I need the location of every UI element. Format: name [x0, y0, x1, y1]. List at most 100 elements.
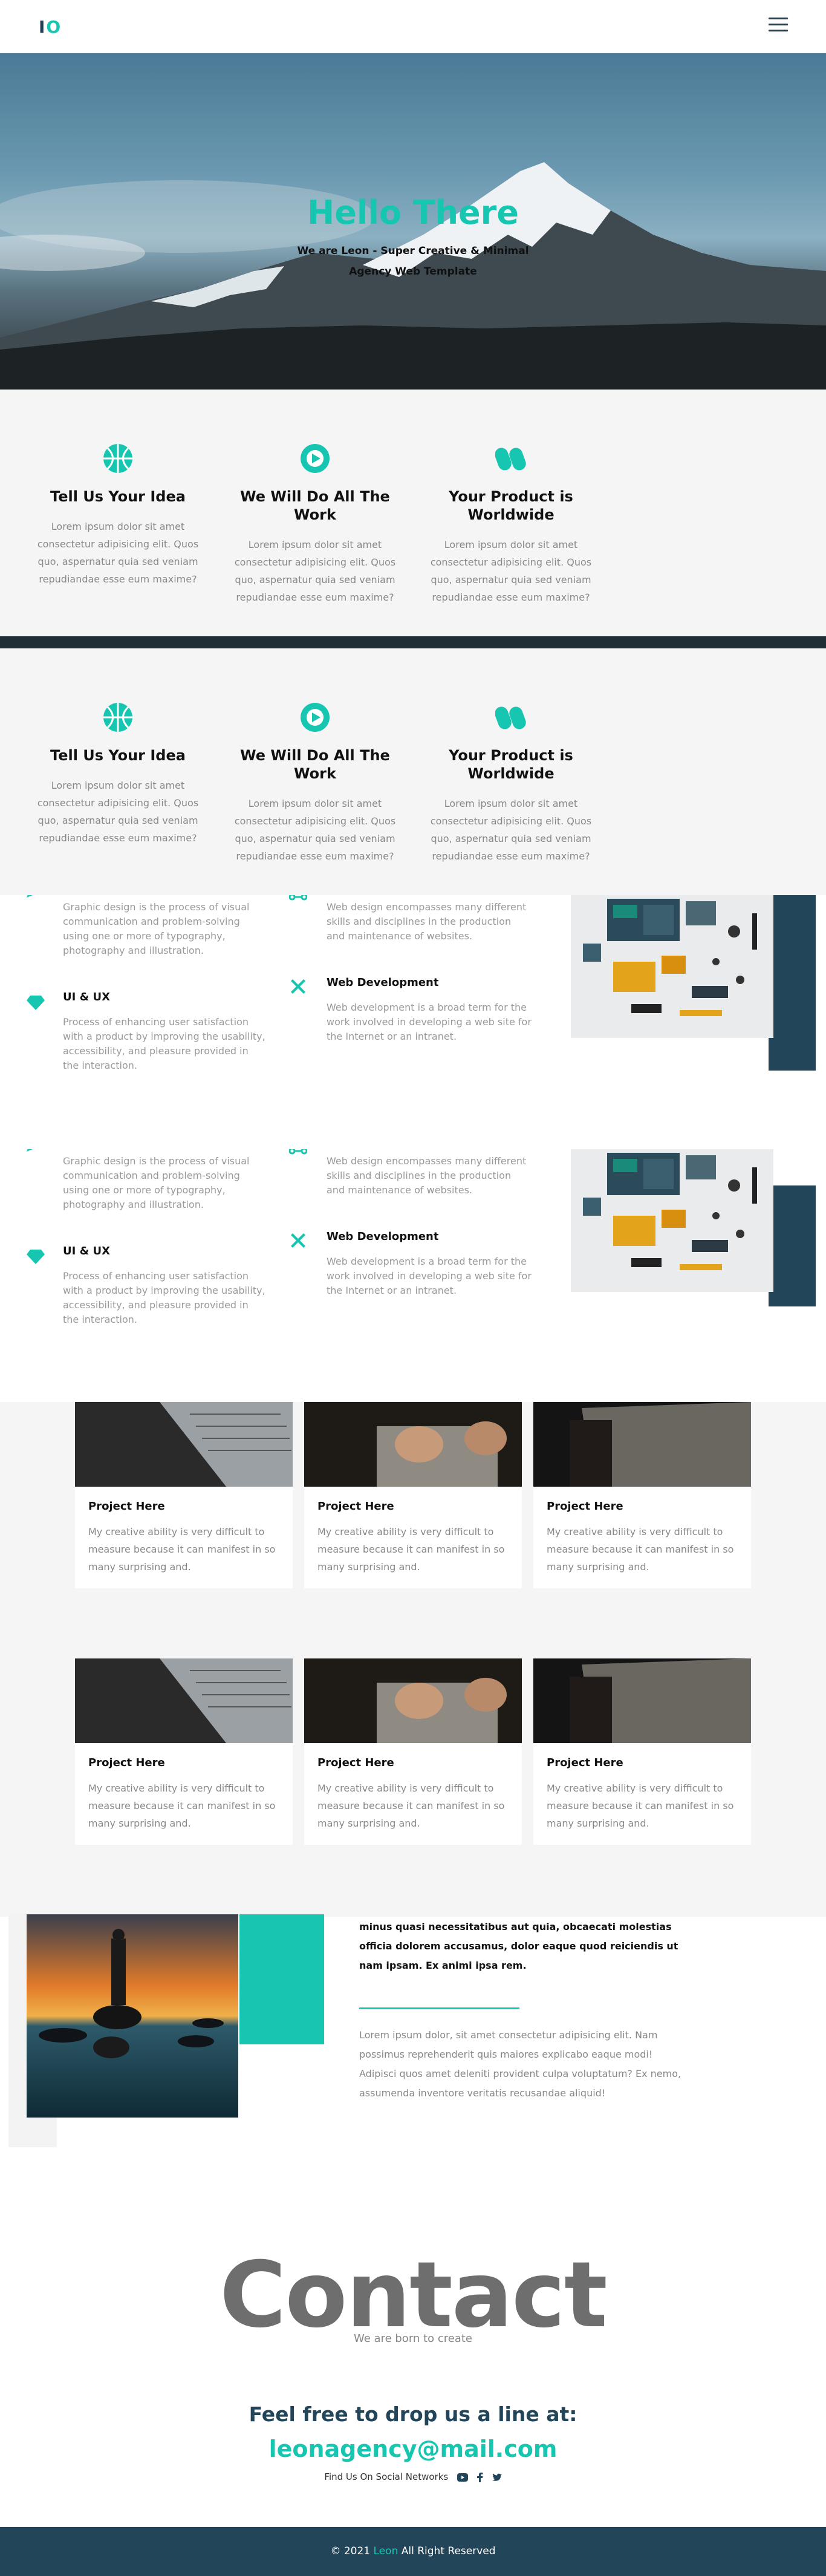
project-title: Project Here: [88, 1500, 165, 1513]
typing-image: [304, 1658, 522, 1743]
feature-text: Lorem ipsum dolor sit amet consectetur a…: [234, 798, 396, 862]
feature-title: Your Product is Worldwide: [449, 488, 573, 523]
web-design-text: Web design encompasses many different sk…: [327, 1155, 527, 1196]
feature-text: Lorem ipsum dolor sit amet consectetur a…: [430, 539, 592, 603]
facebook-icon[interactable]: [476, 2472, 483, 2482]
feature-item: Your Product is Worldwide Lorem ipsum do…: [426, 443, 596, 606]
contact-line: Feel free to drop us a line at:: [249, 2402, 577, 2426]
project-card[interactable]: Project Here My creative ability is very…: [304, 1402, 522, 1588]
laptop-dark-image: [533, 1658, 751, 1743]
project-text: My creative ability is very difficult to…: [547, 1782, 734, 1829]
project-text: My creative ability is very difficult to…: [317, 1526, 505, 1573]
feature-title: Your Product is Worldwide: [449, 747, 573, 782]
contact-subtitle: We are born to create: [354, 2332, 472, 2345]
project-card[interactable]: Project Here My creative ability is very…: [75, 1402, 293, 1588]
twitter-icon[interactable]: [492, 2473, 502, 2482]
hero-banner: Hello There We are Leon - Super Creative…: [0, 53, 826, 390]
pen-icon: [27, 895, 33, 898]
about-text: Lorem ipsum dolor, sit amet consectetur …: [359, 2029, 681, 2099]
copyright-text: © 2021 Leon All Right Reserved: [330, 2545, 496, 2557]
project-text: My creative ability is very difficult to…: [88, 1782, 276, 1829]
accent-divider: [359, 2007, 519, 2009]
feature-title: Tell Us Your Idea: [50, 488, 186, 505]
site-footer: © 2021 Leon All Right Reserved: [0, 2527, 826, 2576]
hero-subtitle: We are Leon - Super Creative & Minimal A…: [297, 245, 529, 278]
services-section: Graphic design is the process of visual …: [0, 1149, 826, 1402]
tools-icon: [291, 979, 305, 994]
diamond-icon: [27, 996, 45, 1010]
pen-icon: [27, 1149, 33, 1152]
graphic-design-text: Graphic design is the process of visual …: [63, 1155, 250, 1210]
laptop-image: [75, 1658, 293, 1743]
uiux-title: UI & UX: [63, 991, 111, 1003]
hero-title: Hello There: [307, 194, 519, 232]
uiux-text: Process of enhancing user satisfaction w…: [63, 1270, 265, 1325]
services-section: Graphic design is the process of visual …: [0, 895, 826, 1149]
divider-strip: [0, 636, 826, 648]
feature-text: Lorem ipsum dolor sit amet consectetur a…: [234, 539, 396, 603]
site-header: IO: [0, 0, 826, 53]
basketball-icon: [103, 444, 132, 473]
feature-item: Tell Us Your Idea Lorem ipsum dolor sit …: [33, 443, 203, 588]
feature-title: We Will Do All The Work: [240, 488, 390, 523]
web-development-title: Web Development: [327, 976, 439, 989]
decor-block: [239, 1914, 324, 2044]
feature-text: Lorem ipsum dolor sit amet consectetur a…: [37, 521, 199, 585]
project-title: Project Here: [547, 1500, 623, 1513]
project-title: Project Here: [317, 1500, 394, 1513]
project-card[interactable]: Project Here My creative ability is very…: [75, 1658, 293, 1845]
project-card[interactable]: Project Here My creative ability is very…: [304, 1658, 522, 1845]
diamond-icon: [27, 1250, 45, 1264]
laptop-dark-image: [533, 1402, 751, 1487]
web-development-title: Web Development: [327, 1230, 439, 1243]
basketball-icon: [103, 703, 132, 732]
web-development-text: Web development is a broad term for the …: [327, 1002, 532, 1042]
project-title: Project Here: [317, 1756, 394, 1769]
contact-heading: Contact: [220, 2243, 607, 2348]
sunset-image: [27, 1914, 238, 2118]
feature-item: Your Product is Worldwide Lorem ipsum do…: [426, 702, 596, 865]
electronics-image: [571, 895, 773, 1038]
project-title: Project Here: [88, 1756, 165, 1769]
pills-icon: [495, 706, 526, 729]
social-label: Find Us On Social Networks: [324, 2471, 449, 2482]
project-card[interactable]: Project Here My creative ability is very…: [533, 1402, 751, 1588]
project-text: My creative ability is very difficult to…: [317, 1782, 505, 1829]
feature-title: Tell Us Your Idea: [50, 747, 186, 764]
social-row: Find Us On Social Networks: [0, 2471, 826, 2482]
graphic-design-text: Graphic design is the process of visual …: [63, 901, 250, 956]
project-title: Project Here: [547, 1756, 623, 1769]
typing-image: [304, 1402, 522, 1487]
hamburger-icon[interactable]: [769, 18, 788, 32]
play-circle-icon: [301, 444, 330, 473]
about-bold-text: minus quasi necessitatibus aut quia, obc…: [359, 1921, 678, 1971]
pills-icon: [495, 448, 526, 471]
play-circle-icon: [301, 703, 330, 732]
project-card[interactable]: Project Here My creative ability is very…: [533, 1658, 751, 1845]
decor-block: [769, 1185, 816, 1306]
footer-brand[interactable]: Leon: [374, 2545, 398, 2557]
features-section: Tell Us Your Idea Lorem ipsum dolor sit …: [0, 648, 826, 895]
contact-email-link[interactable]: leonagency@mail.com: [0, 2436, 826, 2462]
feature-item: We Will Do All The Work Lorem ipsum dolo…: [230, 702, 400, 865]
link-icon: [289, 1149, 307, 1155]
youtube-icon[interactable]: [457, 2473, 469, 2482]
link-icon: [289, 895, 307, 901]
features-section: Tell Us Your Idea Lorem ipsum dolor sit …: [0, 390, 826, 636]
project-text: My creative ability is very difficult to…: [547, 1526, 734, 1573]
electronics-image: [571, 1149, 773, 1292]
web-development-text: Web development is a broad term for the …: [327, 1256, 532, 1296]
feature-item: Tell Us Your Idea Lorem ipsum dolor sit …: [33, 702, 203, 847]
laptop-image: [75, 1402, 293, 1487]
decor-block: [769, 895, 816, 1071]
uiux-title: UI & UX: [63, 1245, 111, 1257]
feature-item: We Will Do All The Work Lorem ipsum dolo…: [230, 443, 400, 606]
uiux-text: Process of enhancing user satisfaction w…: [63, 1016, 265, 1071]
tools-icon: [291, 1233, 305, 1248]
feature-text: Lorem ipsum dolor sit amet consectetur a…: [430, 798, 592, 862]
feature-text: Lorem ipsum dolor sit amet consectetur a…: [37, 780, 199, 844]
feature-title: We Will Do All The Work: [240, 747, 390, 782]
project-text: My creative ability is very difficult to…: [88, 1526, 276, 1573]
logo[interactable]: IO: [39, 17, 62, 37]
web-design-text: Web design encompasses many different sk…: [327, 901, 527, 942]
